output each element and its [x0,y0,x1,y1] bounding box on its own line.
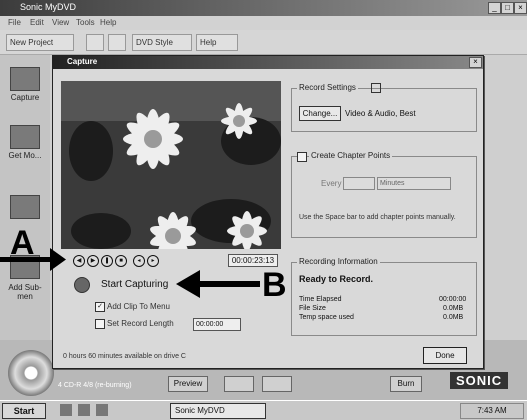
annotation-label-b: B [262,266,287,304]
annotation-label-a: A [10,224,35,262]
arrow-b-icon [176,270,260,298]
annotation-overlay [0,248,260,298]
